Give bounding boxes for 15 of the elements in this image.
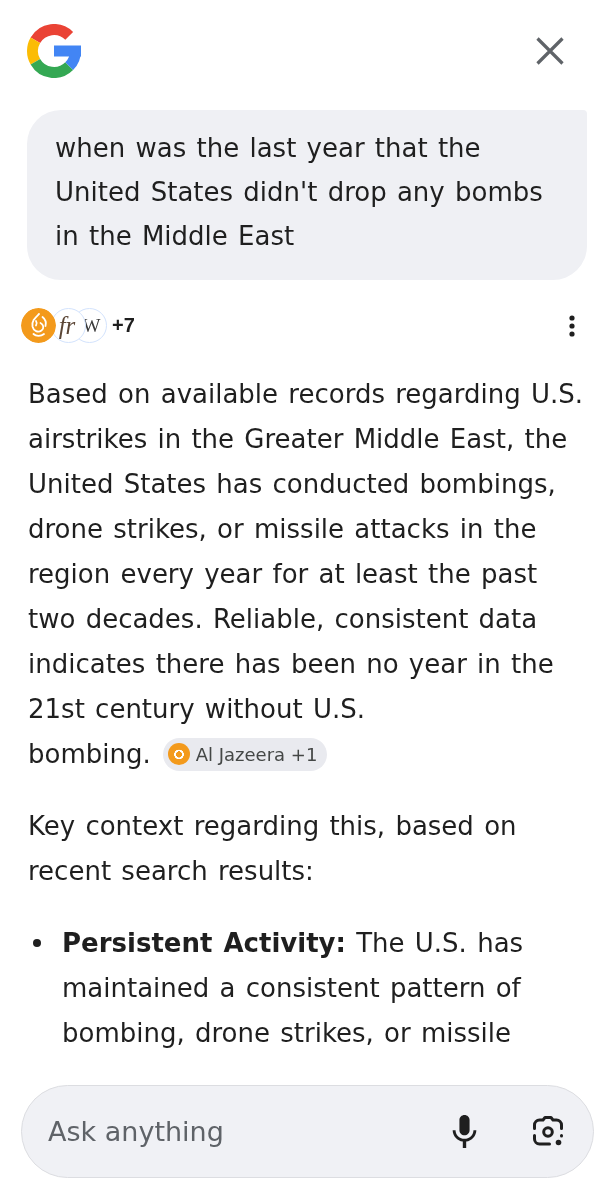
microphone-icon[interactable]	[452, 1115, 477, 1148]
bullet-text: Persistent Activity: The U.S. has maintained a consistent pattern of bombing, drone strikes, or missile	[62, 926, 525, 1050]
citation-chip[interactable]: Al Jazeera +1	[162, 737, 328, 771]
emblem-icon	[21, 308, 56, 343]
query-bubble: when was the last year that the United States didn't drop any bombs in the Middle East	[27, 110, 587, 280]
ask-field[interactable]: Ask anything	[48, 1116, 432, 1147]
bullet-icon	[33, 939, 41, 947]
source-count[interactable]: +7	[112, 314, 135, 337]
camera-icon[interactable]	[532, 1115, 564, 1148]
more-icon[interactable]	[569, 314, 575, 337]
answer-text: Based on available records regarding U.S. airstrikes in the Greater Middle East, the United States has conducted bombings, drone strikes, or missile attacks in the region every year for at least the past two decades. Reliable, consistent data indicates there has been no year in the 21st century without U.S. bombing. Al Jazeera +1	[28, 377, 585, 773]
close-icon[interactable]	[536, 37, 564, 65]
logo-icon	[27, 24, 81, 78]
answer-text: Key context regarding this, based on recent search results:	[28, 809, 518, 888]
emblem-icon	[167, 743, 190, 765]
